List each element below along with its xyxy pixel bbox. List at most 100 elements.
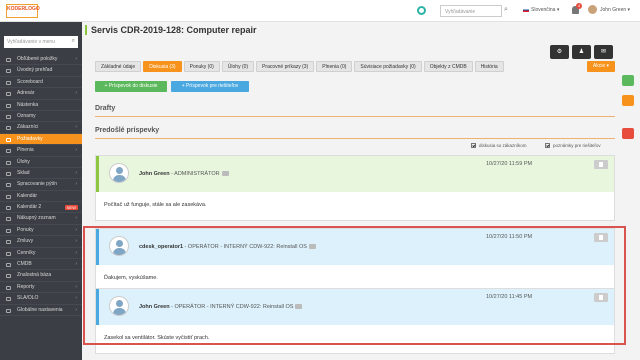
sidebar-item-label: Sklad — [17, 169, 30, 176]
tab[interactable]: Ponuky (0) — [183, 61, 220, 72]
sidebar-item[interactable]: Ponuky › — [0, 225, 82, 237]
filter-internal-label: poznámky pre riešiteľov — [553, 143, 601, 148]
divider — [95, 116, 615, 117]
edit-icon[interactable] — [622, 95, 634, 106]
add-icon[interactable] — [622, 75, 634, 86]
user-icon[interactable]: ♟ — [572, 45, 591, 59]
language-selector[interactable]: Slovenčina ▾ — [523, 7, 559, 13]
divider — [95, 138, 615, 139]
tab[interactable]: Súvisiace požiadavky (0) — [354, 61, 422, 72]
sidebar-item-label: Spracovanie pýtín — [17, 181, 58, 188]
sidebar-item-label: Zákazníci — [17, 124, 39, 131]
user-avatar[interactable] — [588, 5, 597, 14]
chevron-right-icon: › — [75, 147, 77, 154]
search-icon[interactable]: ⌕ — [504, 6, 508, 14]
sidebar-item[interactable]: SLA/OLO › — [0, 293, 82, 305]
post-author: cdesk_operator1 - OPERÁTOR - INTERNÝ CDW… — [139, 244, 316, 250]
sidebar-item[interactable]: Kalendár 2 NEW — [0, 202, 82, 214]
tab[interactable]: Úlohy (0) — [221, 61, 255, 72]
sidebar-item-label: Globálne nastavenia — [17, 306, 63, 313]
sidebar-item-label: Nákupný zoznam — [17, 215, 56, 222]
sidebar-item-label: Úlohy — [17, 158, 30, 165]
delete-icon[interactable] — [594, 293, 608, 302]
avatar — [109, 163, 129, 183]
sidebar-item-label: Adresár — [17, 90, 35, 97]
add-discussion-button[interactable]: + Príspevok do diskusie — [95, 81, 167, 92]
user-menu[interactable]: John Green ▾ — [600, 7, 630, 13]
sidebar-item-label: SLA/OLO — [17, 295, 39, 302]
trash-icon[interactable] — [622, 128, 634, 139]
chat-icon — [295, 304, 303, 310]
sidebar-item-label: Zmluvy — [17, 238, 34, 245]
menu-icon — [6, 149, 11, 154]
sidebar-item[interactable]: Obľúbené položky › — [0, 54, 82, 66]
chat-icon — [308, 244, 316, 250]
menu-search-input[interactable]: Vyhľadávanie v menu ⌕ — [4, 36, 78, 48]
sidebar-item-label: Ponuky — [17, 226, 34, 233]
new-badge: NEW — [64, 205, 78, 211]
tab[interactable]: Diskusia (3) — [143, 61, 182, 72]
sidebar-item-label: Plnenia — [17, 147, 34, 154]
author-role: - ADMINISTRÁTOR — [169, 171, 220, 177]
sidebar-item[interactable]: Zákazníci › — [0, 122, 82, 134]
author-name: John Green — [139, 304, 170, 310]
sidebar-item[interactable]: Zmluvy › — [0, 236, 82, 248]
search-icon: ⌕ — [71, 38, 75, 44]
filter-internal-checkbox[interactable]: poznámky pre riešiteľov — [545, 143, 601, 149]
post-author: John Green - ADMINISTRÁTOR — [139, 171, 229, 177]
tab-bar: Základné údaje Diskusia (3) Ponuky (0) Úloh… — [95, 61, 504, 72]
page-title: Servis CDR-2019-128: Computer repair — [85, 25, 257, 35]
chevron-right-icon: › — [75, 226, 77, 233]
sidebar-item[interactable]: Globálne nastavenia › — [0, 305, 82, 316]
sidebar-item[interactable]: Nástenka — [0, 100, 82, 111]
sidebar-item[interactable]: Cenníky › — [0, 248, 82, 260]
sidebar-item[interactable]: Nákupný zoznam › — [0, 213, 82, 225]
tab[interactable]: Pracovné príkazy (3) — [256, 61, 315, 72]
mail-icon[interactable]: ✉ — [594, 45, 613, 59]
sidebar-item-label: Kalendár 2 — [17, 204, 42, 211]
sidebar-item[interactable]: Znalostná báza — [0, 270, 82, 282]
sidebar-item[interactable]: Plnenia › — [0, 145, 82, 157]
gear-icon[interactable]: ⚙ — [550, 45, 569, 59]
sidebar-item-label: Scoreboard — [17, 78, 43, 85]
post-date: 10/27/20 11:45 PM — [486, 294, 533, 300]
chevron-right-icon: › — [75, 56, 77, 62]
sidebar-item[interactable]: Úlohy — [0, 157, 82, 168]
sidebar-item[interactable]: CMDB › — [0, 259, 82, 271]
chevron-right-icon: › — [75, 306, 77, 313]
chevron-right-icon: › — [75, 90, 77, 97]
global-search-input[interactable]: Vyhľadávanie — [440, 5, 502, 17]
chevron-right-icon: › — [75, 261, 77, 268]
sidebar-item[interactable]: Reporty › — [0, 282, 82, 294]
sidebar-item[interactable]: Požiadavky › — [0, 133, 82, 146]
post-date: 10/27/20 11:50 PM — [486, 234, 533, 240]
tab[interactable]: História — [474, 61, 504, 72]
delete-icon[interactable] — [594, 160, 608, 169]
sidebar-item[interactable]: Sklad › — [0, 168, 82, 180]
menu-icon — [6, 240, 11, 245]
sidebar-item-label: Obľúbené položky — [17, 56, 58, 62]
sidebar-item[interactable]: Scoreboard — [0, 77, 82, 89]
sidebar-item[interactable]: Spracovanie pýtín › — [0, 179, 82, 191]
sidebar-item-label: Požiadavky — [17, 135, 43, 142]
sidebar-item-label: Nástenka — [17, 101, 39, 108]
tab[interactable]: Objekty z CMDB — [423, 61, 473, 72]
status-icon[interactable] — [417, 6, 426, 15]
chevron-right-icon: › — [75, 215, 77, 222]
discussion-post: cdesk_operator1 - OPERÁTOR - INTERNÝ CDW… — [95, 228, 615, 294]
sidebar-item[interactable]: Úvodný prehľad — [0, 65, 82, 77]
sidebar-item[interactable]: Kalendár — [0, 191, 82, 203]
menu-icon — [6, 114, 11, 119]
sidebar-item[interactable]: Adresár › — [0, 88, 82, 100]
tab[interactable]: Plnenia (0) — [316, 61, 353, 72]
tab[interactable]: Základné údaje — [95, 61, 142, 72]
delete-icon[interactable] — [594, 233, 608, 242]
post-header: John Green - OPERÁTOR - INTERNÝ CDW-922:… — [96, 289, 614, 325]
filter-customer-label: diskusia so zákazníkom — [479, 143, 527, 148]
add-managers-post-button[interactable]: + Príspevok pre riešiteľov — [171, 81, 249, 92]
user-name: John Green — [600, 7, 627, 13]
app-logo[interactable]: KODERLOGO — [6, 4, 40, 18]
actions-dropdown[interactable]: Akcie ▾ — [587, 61, 615, 72]
filter-customer-checkbox[interactable]: diskusia so zákazníkom — [471, 143, 527, 149]
sidebar-item[interactable]: Oznamy — [0, 111, 82, 123]
